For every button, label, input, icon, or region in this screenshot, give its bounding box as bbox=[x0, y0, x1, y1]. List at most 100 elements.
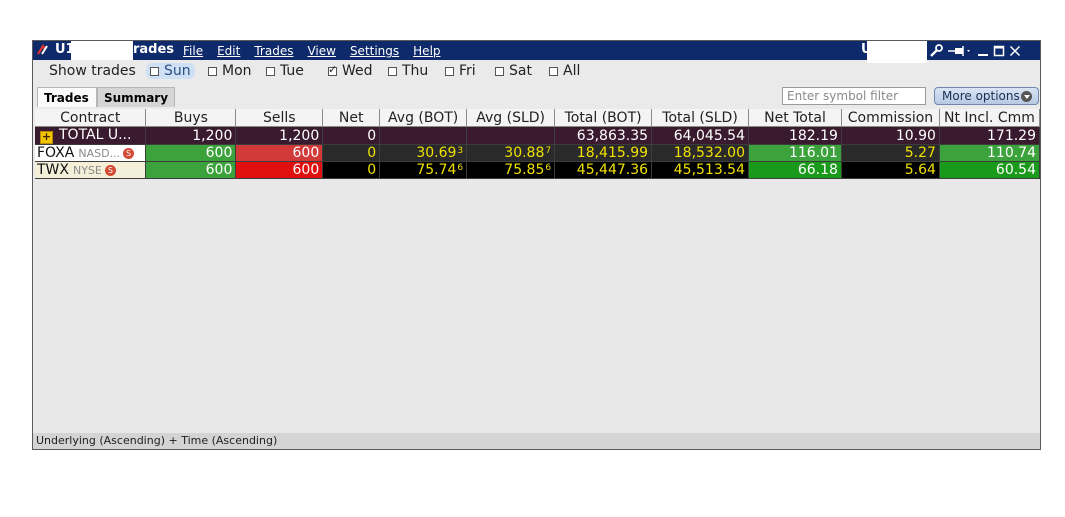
avg-bot-cell: 30.693 bbox=[379, 144, 468, 162]
net-total-cell: 182.19 bbox=[748, 126, 842, 145]
column-header[interactable]: Total (BOT) bbox=[554, 109, 653, 127]
pin-icon[interactable] bbox=[947, 44, 973, 58]
day-filter-3[interactable]: Wed bbox=[328, 63, 373, 79]
day-checkbox[interactable] bbox=[445, 66, 454, 76]
table-row[interactable]: FOXA NASD... S 600 600 0 30.693 30.887 18,415.99… bbox=[35, 144, 1041, 162]
column-header[interactable]: Total (SLD) bbox=[651, 109, 750, 127]
nt-incl-cmm-cell: 171.29 bbox=[939, 126, 1041, 145]
column-header[interactable]: Contract bbox=[35, 109, 147, 127]
close-icon[interactable] bbox=[1009, 44, 1021, 58]
cell-value: 45,513.54 bbox=[673, 162, 746, 178]
more-options-label: More options bbox=[942, 89, 1020, 103]
total-sld-cell: 64,045.54 bbox=[651, 126, 750, 145]
avg-sld-cell: 30.887 bbox=[466, 144, 556, 162]
nt-incl-cmm-cell: 110.74 bbox=[939, 144, 1041, 162]
chevron-down-icon bbox=[1021, 91, 1032, 102]
commission-cell: 5.64 bbox=[841, 161, 940, 179]
menu-trades[interactable]: Trades bbox=[254, 44, 293, 58]
cell-value: 110.74 bbox=[987, 145, 1036, 161]
menu-help[interactable]: Help bbox=[413, 44, 440, 58]
day-checkbox[interactable] bbox=[388, 66, 397, 76]
tab-trades[interactable]: Trades bbox=[37, 87, 97, 107]
cell-value: 5.64 bbox=[904, 162, 936, 178]
day-checkbox[interactable] bbox=[150, 66, 159, 76]
cell-value: 0 bbox=[367, 145, 377, 161]
minimize-icon[interactable] bbox=[977, 44, 989, 58]
menu-view[interactable]: View bbox=[307, 44, 335, 58]
buys-cell: 600 bbox=[145, 144, 237, 162]
net-cell: 0 bbox=[322, 144, 381, 162]
sells-cell: 600 bbox=[235, 144, 324, 162]
day-checkbox[interactable] bbox=[495, 66, 504, 76]
column-header[interactable]: Avg (BOT) bbox=[379, 109, 468, 127]
symbol-filter-input[interactable]: Enter symbol filter bbox=[782, 87, 926, 105]
maximize-icon[interactable] bbox=[993, 44, 1005, 58]
tab-summary[interactable]: Summary bbox=[97, 87, 175, 107]
exchange-label: NYSE bbox=[73, 164, 102, 177]
net-cell: 0 bbox=[322, 126, 381, 145]
cell-value: 600 bbox=[292, 145, 320, 161]
menu-file[interactable]: File bbox=[183, 44, 203, 58]
day-checkbox[interactable] bbox=[549, 66, 558, 76]
column-header[interactable]: Net bbox=[322, 109, 381, 127]
total-sld-cell: 18,532.00 bbox=[651, 144, 750, 162]
column-header[interactable]: Avg (SLD) bbox=[466, 109, 556, 127]
day-filter-7[interactable]: All bbox=[549, 63, 580, 79]
net-total-cell: 66.18 bbox=[748, 161, 842, 179]
table-row[interactable]: TWX NYSE S 600 600 0 75.746 75.856 45,447.36 45,5… bbox=[35, 161, 1041, 179]
avg-bot-cell: 75.746 bbox=[379, 161, 468, 179]
contract-symbol: TWX bbox=[37, 162, 69, 178]
sells-cell: 600 bbox=[235, 161, 324, 179]
day-filter-6[interactable]: Sat bbox=[495, 63, 532, 79]
day-label: Wed bbox=[342, 63, 373, 79]
day-filter-0[interactable]: Sun bbox=[146, 63, 195, 79]
day-filter-2[interactable]: Tue bbox=[266, 63, 304, 79]
contract-cell[interactable]: FOXA NASD... S bbox=[35, 144, 147, 162]
column-header[interactable]: Nt Incl. Cmm bbox=[939, 109, 1041, 127]
nt-incl-cmm-cell: 60.54 bbox=[939, 161, 1041, 179]
avg-sld-cell: 75.856 bbox=[466, 161, 556, 179]
price-fraction-digit: 6 bbox=[545, 163, 552, 173]
more-options-button[interactable]: More options bbox=[934, 87, 1039, 105]
show-trades-bar: Show trades Sun Mon Tue Wed Thu Fri Sat All bbox=[33, 61, 1040, 83]
title-bar[interactable]: U1 rades File Edit Trades View Settings … bbox=[33, 41, 1040, 63]
menu-settings[interactable]: Settings bbox=[350, 44, 399, 58]
contract-cell[interactable]: TWX NYSE S bbox=[35, 161, 147, 179]
stock-type-icon: S bbox=[123, 148, 135, 159]
trades-table: Contract Buys Sells Net Avg (BOT) Avg (SLD) To… bbox=[35, 109, 1041, 179]
show-trades-label: Show trades bbox=[49, 63, 136, 79]
day-checkbox[interactable] bbox=[328, 63, 337, 76]
cell-value: 1,200 bbox=[192, 127, 233, 144]
expand-icon[interactable]: + bbox=[40, 131, 53, 144]
trades-window: U1 rades File Edit Trades View Settings … bbox=[32, 40, 1041, 450]
wrench-icon[interactable] bbox=[929, 43, 943, 58]
contract-cell[interactable]: + TOTAL U... bbox=[35, 126, 147, 145]
column-header[interactable]: Net Total bbox=[748, 109, 842, 127]
day-checkbox[interactable] bbox=[266, 66, 275, 76]
cell-value: 30.69 bbox=[416, 145, 457, 161]
cell-value: 5.27 bbox=[904, 145, 936, 161]
commission-cell: 5.27 bbox=[841, 144, 940, 162]
cell-value: 171.29 bbox=[987, 127, 1036, 144]
net-total-cell: 116.01 bbox=[748, 144, 842, 162]
menu-edit[interactable]: Edit bbox=[217, 44, 240, 58]
total-row[interactable]: + TOTAL U... 1,200 1,200 0 63,863.35 64,045.54… bbox=[35, 126, 1041, 145]
column-header[interactable]: Sells bbox=[235, 109, 324, 127]
redacted-area-right bbox=[867, 41, 927, 63]
day-checkbox[interactable] bbox=[208, 66, 217, 76]
column-header[interactable]: Buys bbox=[145, 109, 237, 127]
cell-value: 600 bbox=[292, 162, 320, 178]
cell-value: 0 bbox=[367, 162, 377, 178]
day-filter-5[interactable]: Fri bbox=[445, 63, 476, 79]
column-header[interactable]: Commission bbox=[841, 109, 940, 127]
contract-symbol: TOTAL U... bbox=[59, 127, 132, 143]
day-filter-1[interactable]: Mon bbox=[208, 63, 252, 79]
cell-value: 60.54 bbox=[995, 162, 1036, 178]
window-controls bbox=[929, 42, 1021, 59]
day-label: Mon bbox=[222, 63, 252, 79]
day-label: Fri bbox=[459, 63, 476, 79]
total-bot-cell: 18,415.99 bbox=[554, 144, 653, 162]
day-filter-4[interactable]: Thu bbox=[388, 63, 428, 79]
stock-type-icon: S bbox=[104, 165, 116, 176]
window-title: rades bbox=[133, 42, 175, 57]
